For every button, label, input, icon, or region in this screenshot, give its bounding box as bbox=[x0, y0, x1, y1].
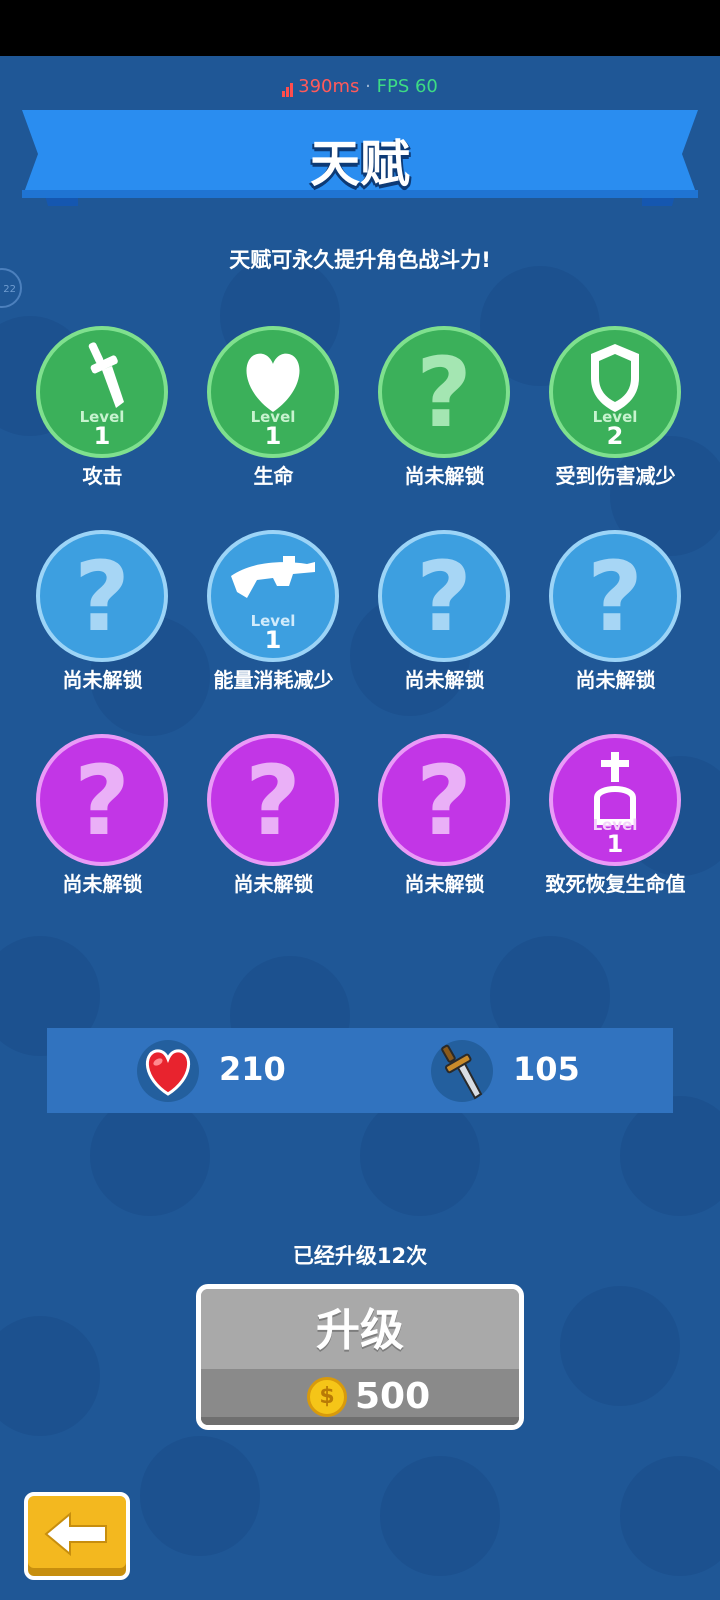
attack-value: 105 bbox=[513, 1050, 580, 1088]
level-number: 2 bbox=[606, 422, 624, 450]
upgrade-price: 500 bbox=[355, 1376, 431, 1417]
tombstone-icon bbox=[553, 746, 677, 826]
talent-circle: ? bbox=[36, 530, 168, 662]
talent-label: 尚未解锁 bbox=[404, 668, 485, 692]
talent-attack[interactable]: Level 1 攻击 bbox=[17, 326, 188, 506]
separator-text: · bbox=[365, 76, 371, 97]
upgrade-button[interactable]: 升级 $ 500 bbox=[196, 1284, 524, 1430]
talent-circle: ? bbox=[549, 530, 681, 662]
upgrade-count-text: 已经升级12次 bbox=[292, 1244, 428, 1268]
talent-circle: ? bbox=[378, 734, 510, 866]
talent-label: 尚未解锁 bbox=[233, 872, 314, 896]
talent-locked[interactable]: ? 尚未解锁 bbox=[17, 734, 188, 914]
talent-locked[interactable]: ? 尚未解锁 bbox=[359, 734, 530, 914]
talent-label: 尚未解锁 bbox=[404, 464, 485, 488]
talent-damage-reduction[interactable]: Level 2 受到伤害减少 bbox=[530, 326, 701, 506]
signal-icon bbox=[282, 76, 294, 97]
gun-icon bbox=[211, 542, 335, 622]
talent-label: 尚未解锁 bbox=[575, 668, 656, 692]
talent-circle: Level 1 bbox=[207, 326, 339, 458]
health-value: 210 bbox=[219, 1050, 286, 1088]
arrow-left-icon bbox=[44, 1511, 107, 1557]
network-info: 390ms · FPS 60 bbox=[0, 76, 720, 97]
talent-circle: ? bbox=[378, 326, 510, 458]
talent-circle: Level 1 bbox=[207, 530, 339, 662]
question-icon: ? bbox=[416, 337, 472, 449]
talent-locked[interactable]: ? 尚未解锁 bbox=[530, 530, 701, 710]
system-status-bar bbox=[0, 0, 720, 56]
talent-circle: Level 1 bbox=[549, 734, 681, 866]
talent-label: 生命 bbox=[253, 464, 294, 488]
heart-icon bbox=[211, 338, 335, 418]
talent-circle: ? bbox=[207, 734, 339, 866]
fps-text: FPS 60 bbox=[376, 76, 438, 97]
question-icon: ? bbox=[245, 745, 301, 857]
coin-icon: $ bbox=[307, 1377, 347, 1417]
talent-revive[interactable]: Level 1 致死恢复生命值 bbox=[530, 734, 701, 914]
talent-circle: Level 1 bbox=[36, 326, 168, 458]
question-icon: ? bbox=[416, 745, 472, 857]
talent-label: 尚未解锁 bbox=[62, 872, 143, 896]
talent-label: 致死恢复生命值 bbox=[545, 872, 686, 896]
page-title: 天赋 bbox=[310, 135, 410, 193]
heart-icon bbox=[137, 1040, 199, 1102]
question-icon: ? bbox=[587, 541, 643, 653]
talent-locked[interactable]: ? 尚未解锁 bbox=[188, 734, 359, 914]
page-subtitle: 天赋可永久提升角色战斗力! bbox=[229, 248, 491, 272]
stats-panel: 210 105 bbox=[47, 1028, 673, 1113]
level-number: 1 bbox=[264, 626, 282, 654]
title-banner: 天赋 bbox=[18, 110, 702, 210]
talent-locked[interactable]: ? 尚未解锁 bbox=[359, 326, 530, 506]
question-icon: ? bbox=[74, 745, 130, 857]
upgrade-button-label: 升级 bbox=[201, 1289, 519, 1369]
talent-label: 尚未解锁 bbox=[404, 872, 485, 896]
ping-text: 390ms bbox=[298, 76, 360, 97]
talent-label: 受到伤害减少 bbox=[555, 464, 676, 488]
talent-energy-reduction[interactable]: Level 1 能量消耗减少 bbox=[188, 530, 359, 710]
talent-label: 能量消耗减少 bbox=[213, 668, 334, 692]
talent-circle: ? bbox=[378, 530, 510, 662]
talent-label: 尚未解锁 bbox=[62, 668, 143, 692]
level-number: 1 bbox=[606, 830, 624, 858]
question-icon: ? bbox=[416, 541, 472, 653]
talent-circle: ? bbox=[36, 734, 168, 866]
upgrade-cost: $ 500 bbox=[201, 1369, 519, 1425]
question-icon: ? bbox=[74, 541, 130, 653]
talent-locked[interactable]: ? 尚未解锁 bbox=[17, 530, 188, 710]
back-button[interactable] bbox=[24, 1492, 130, 1580]
shield-icon bbox=[553, 338, 677, 418]
sword-icon bbox=[40, 338, 164, 418]
talent-health[interactable]: Level 1 生命 bbox=[188, 326, 359, 506]
level-number: 1 bbox=[264, 422, 282, 450]
talent-label: 攻击 bbox=[82, 464, 123, 488]
sword-icon bbox=[431, 1040, 493, 1102]
talent-locked[interactable]: ? 尚未解锁 bbox=[359, 530, 530, 710]
level-number: 1 bbox=[93, 422, 111, 450]
talent-circle: Level 2 bbox=[549, 326, 681, 458]
